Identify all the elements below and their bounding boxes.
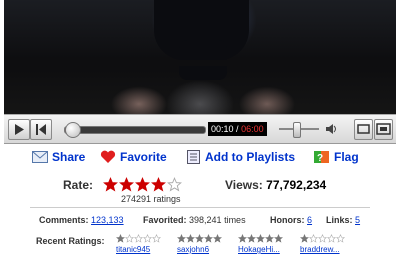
- favorited-label: Favorited:: [143, 215, 187, 225]
- favorite-label: Favorite: [120, 150, 167, 164]
- time-current: 00:10: [211, 124, 234, 134]
- rater-link[interactable]: titanic945: [116, 245, 176, 254]
- star-filled-icon: [265, 234, 274, 243]
- time-display: 00:10 / 06:00: [208, 122, 267, 136]
- video-frame[interactable]: [4, 0, 396, 114]
- window-icon: [357, 124, 370, 134]
- fullscreen-button[interactable]: [374, 119, 393, 140]
- honors-label: Honors:: [270, 215, 305, 225]
- add-to-playlists-link[interactable]: Add to Playlists: [187, 150, 295, 164]
- rater-link[interactable]: HokageHi...: [238, 245, 298, 254]
- fullscreen-icon: [376, 123, 391, 135]
- svg-text:?: ?: [317, 153, 323, 164]
- star-filled-icon: [300, 234, 309, 243]
- links-link[interactable]: 5: [355, 215, 360, 225]
- honors-link[interactable]: 6: [307, 215, 312, 225]
- star-empty-icon: [318, 234, 327, 243]
- progress-bar[interactable]: [64, 122, 206, 138]
- stats-row: Rate: 274291 ratings Views: 77,792,234: [0, 176, 400, 210]
- views-value: 77,792,234: [266, 178, 327, 192]
- star-empty-icon: [336, 234, 345, 243]
- star-empty-icon: [143, 234, 152, 243]
- star-filled-icon: [195, 234, 204, 243]
- star-empty-icon: [327, 234, 336, 243]
- recent-rating-item: HokageHi...: [238, 234, 298, 254]
- star-filled-icon: [103, 177, 118, 192]
- mini-star-rating: [238, 234, 298, 244]
- flag-link[interactable]: ? Flag: [314, 150, 359, 164]
- comments-label: Comments:: [39, 215, 89, 225]
- skip-back-icon: [36, 124, 46, 135]
- envelope-icon: [32, 151, 48, 163]
- recent-rating-item: braddrew...: [300, 234, 360, 254]
- star-filled-icon: [213, 234, 222, 243]
- progress-handle[interactable]: [65, 122, 81, 138]
- star-filled-icon: [119, 177, 134, 192]
- playlist-icon: [187, 150, 200, 164]
- mini-star-rating: [116, 234, 176, 244]
- volume-handle[interactable]: [293, 122, 301, 138]
- recent-ratings-label: Recent Ratings:: [36, 236, 105, 246]
- star-filled-icon: [238, 234, 247, 243]
- star-filled-icon: [204, 234, 213, 243]
- star-filled-icon: [151, 177, 166, 192]
- mini-star-rating: [177, 234, 237, 244]
- comments-link[interactable]: 123,133: [91, 215, 124, 225]
- add-to-playlists-label: Add to Playlists: [205, 150, 296, 164]
- flag-icon: ?: [314, 151, 329, 164]
- play-button[interactable]: [8, 119, 30, 140]
- rewind-button[interactable]: [30, 119, 52, 140]
- action-bar: Share Favorite Add to Playlists ? Flag: [0, 150, 400, 168]
- recent-rating-item: titanic945: [116, 234, 176, 254]
- rater-link[interactable]: braddrew...: [300, 245, 360, 254]
- share-link[interactable]: Share: [32, 150, 85, 164]
- rate-label: Rate:: [63, 178, 94, 192]
- flag-label: Flag: [334, 150, 359, 164]
- star-filled-icon: [274, 234, 283, 243]
- mini-star-rating: [300, 234, 360, 244]
- time-total: 06:00: [241, 124, 264, 134]
- star-empty-icon: [134, 234, 143, 243]
- views-counter: Views: 77,792,234: [225, 178, 326, 192]
- rater-link[interactable]: saxjohn6: [177, 245, 237, 254]
- speaker-icon[interactable]: [324, 122, 338, 136]
- star-empty-icon: [152, 234, 161, 243]
- star-filled-icon: [135, 177, 150, 192]
- views-label: Views:: [225, 178, 263, 192]
- star-filled-icon: [116, 234, 125, 243]
- star-filled-icon: [177, 234, 186, 243]
- share-label: Share: [52, 150, 86, 164]
- star-rating[interactable]: [103, 177, 182, 192]
- play-icon: [15, 124, 24, 135]
- star-filled-icon: [186, 234, 195, 243]
- divider: [30, 207, 370, 208]
- heart-icon: [100, 150, 116, 163]
- normal-size-button[interactable]: [354, 119, 373, 140]
- player-controls: 00:10 / 06:00: [4, 114, 396, 144]
- favorited-value: 398,241 times: [189, 215, 246, 225]
- star-filled-icon: [247, 234, 256, 243]
- ratings-count: 274291 ratings: [121, 194, 181, 204]
- favorite-link[interactable]: Favorite: [100, 150, 167, 164]
- star-empty-icon: [125, 234, 134, 243]
- links-label: Links:: [326, 215, 353, 225]
- recent-rating-item: saxjohn6: [177, 234, 237, 254]
- star-empty-icon: [167, 177, 182, 192]
- star-filled-icon: [256, 234, 265, 243]
- star-empty-icon: [309, 234, 318, 243]
- volume-slider[interactable]: [279, 122, 319, 138]
